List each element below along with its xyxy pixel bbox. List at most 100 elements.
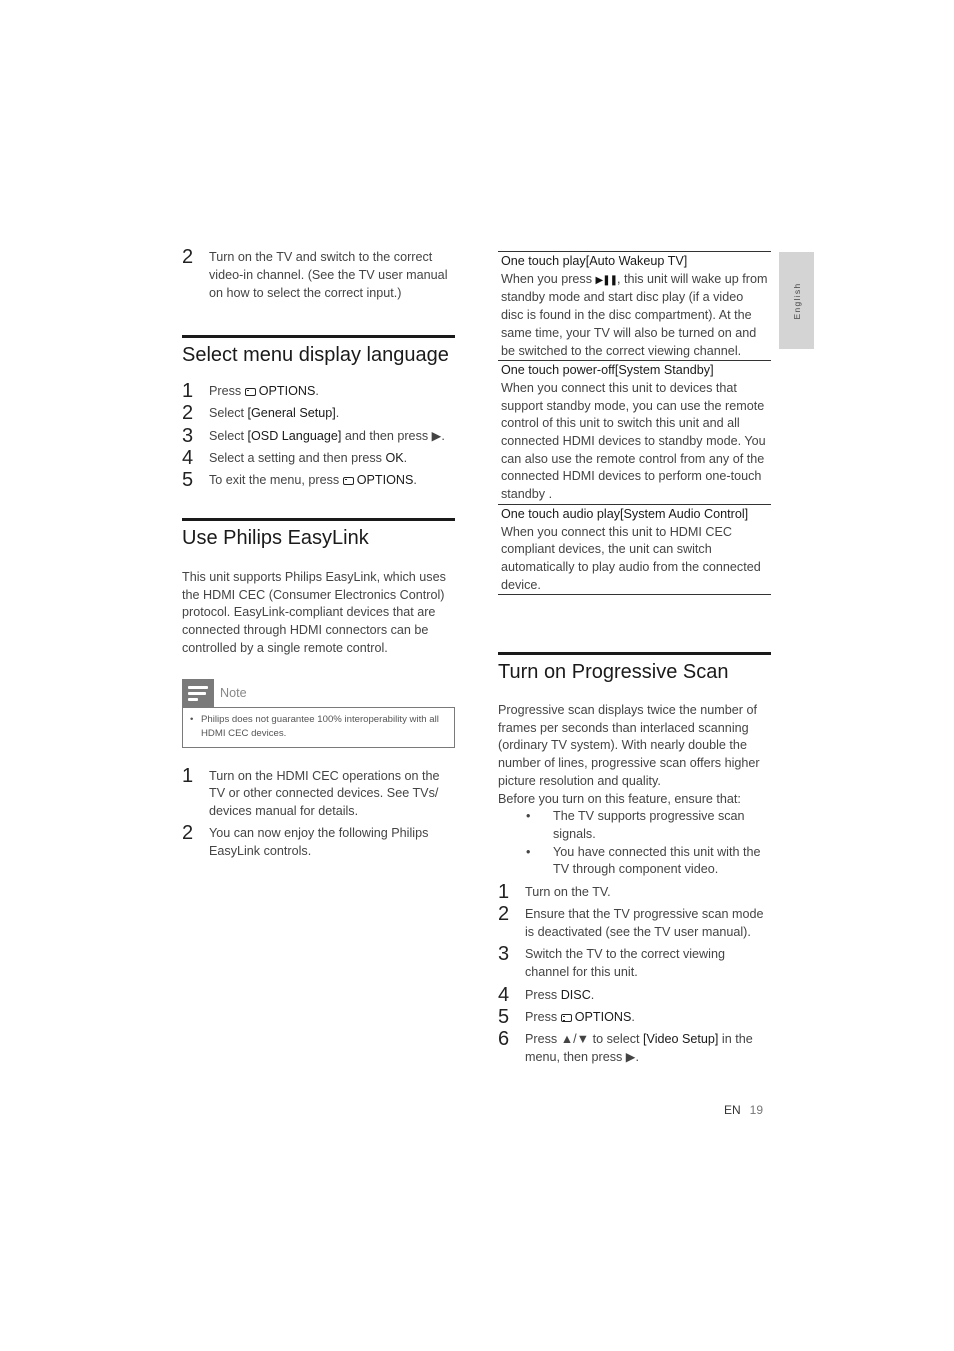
step-text-end: . <box>590 987 595 1002</box>
page-number: 19 <box>749 1103 764 1117</box>
bullet-icon: • <box>190 713 194 725</box>
step-text-end: . <box>335 406 340 421</box>
step-item: 6 Press ▲/▼ to select [Video Setup] in th… <box>498 1028 771 1067</box>
note-box: Note • Philips does not guarantee 100% i… <box>182 678 455 748</box>
step-item: 2 Ensure that the TV progressive scan mod… <box>498 903 771 942</box>
note-icon <box>182 678 214 707</box>
step-number: 1 <box>498 881 510 904</box>
step-text: Select <box>209 406 248 421</box>
step-list: 1 Turn on the HDMI CEC operations on the … <box>182 764 455 861</box>
options-icon <box>342 477 354 486</box>
note-label: Note <box>220 685 247 700</box>
feature-row: One touch power-off[System Standby] When… <box>498 360 771 504</box>
play-pause-icon: ▶❚❚ <box>595 274 618 286</box>
section-title: Select menu display language <box>182 344 449 366</box>
step-item: 1 Turn on the TV. <box>498 881 771 904</box>
step-text: Press ▲/▼ to select <box>525 1032 644 1047</box>
bullet-item: • You have connected this unit with the T… <box>498 844 771 879</box>
step-number: 4 <box>182 446 194 469</box>
options-icon <box>244 388 256 396</box>
step-item: 1 Press OPTIONS. <box>182 380 455 402</box>
bullet-text: The TV supports progressive scan signals… <box>553 809 745 841</box>
step-text: Switch the TV to the correct viewing cha… <box>525 947 725 980</box>
feature-title: One touch play[Auto Wakeup TV] <box>501 254 688 268</box>
progressive-ensure: Before you turn on this feature, ensure … <box>498 791 741 806</box>
step-key: [Video Setup] <box>643 1032 719 1047</box>
feature-title: One touch power-off[System Standby] <box>501 363 714 378</box>
step-number: 2 <box>182 821 194 844</box>
step-number: 6 <box>498 1028 510 1051</box>
bullet-icon: • <box>526 809 531 824</box>
easylink-features-table: One touch play[Auto Wakeup TV] When you … <box>498 251 771 596</box>
step-key: OPTIONS <box>574 1009 632 1024</box>
section-select-language: Select menu display language 1 Press OPTI… <box>182 335 455 492</box>
section-progressive-scan: Turn on Progressive Scan Progressive sca… <box>498 652 771 1067</box>
step-key: DISC <box>560 987 591 1002</box>
language-tab-label: English <box>791 282 802 319</box>
step-key: OPTIONS <box>258 384 316 398</box>
step-text-end: . <box>403 450 408 465</box>
step-number: 5 <box>182 469 194 492</box>
section-title: Turn on Progressive Scan <box>498 661 729 683</box>
step-item: 2 You can now enjoy the following Philips… <box>182 821 455 861</box>
feature-text: When you press <box>501 271 596 286</box>
step-list: 1 Turn on the TV. 2 Ensure that the TV pro… <box>498 881 771 1067</box>
step-number: 5 <box>498 1005 510 1028</box>
step-number: 1 <box>182 380 194 402</box>
easylink-intro: This unit supports Philips EasyLink, whi… <box>182 570 446 655</box>
feature-description: When you connect this unit to devices th… <box>501 380 766 502</box>
step-text-end: and then press ▶. <box>341 428 445 443</box>
step-text: Ensure that the TV progressive scan mode… <box>525 907 764 940</box>
step-text-end: . <box>631 1009 635 1024</box>
step-text: Press <box>525 987 561 1002</box>
step-text: Turn on the TV. <box>525 885 611 900</box>
step-number: 3 <box>182 424 194 447</box>
bullet-icon: • <box>526 844 531 859</box>
step-item: 3 Select [OSD Language] and then press ▶. <box>182 424 455 447</box>
step-key: OPTIONS <box>356 473 414 488</box>
progressive-intro: Progressive scan displays twice the numb… <box>498 703 760 788</box>
step-item: 5 To exit the menu, press OPTIONS. <box>182 469 455 492</box>
feature-row: One touch play[Auto Wakeup TV] When you … <box>498 251 771 360</box>
section-rule <box>182 335 455 338</box>
step-item: 2 Select [General Setup]. <box>182 402 455 425</box>
bullet-item: • The TV supports progressive scan signal… <box>498 808 771 843</box>
step-text: Press <box>209 384 245 398</box>
step-text: Select a setting and then press <box>209 450 386 465</box>
step-text: To exit the menu, press <box>209 473 343 488</box>
step-key: OK <box>385 450 404 465</box>
feature-title: One touch audio play[System Audio Contro… <box>501 506 749 521</box>
step-text-end: . <box>413 473 417 488</box>
feature-row: One touch audio play[System Audio Contro… <box>498 503 771 596</box>
step-item: 4 Press DISC. <box>498 983 771 1006</box>
section-rule <box>498 652 771 655</box>
step-text: You can now enjoy the following Philips … <box>209 825 429 858</box>
footer-language: EN <box>724 1103 741 1117</box>
step-text: Select <box>209 428 248 443</box>
note-text: Philips does not guarantee 100% interope… <box>201 713 439 739</box>
step-number: 2 <box>182 246 194 268</box>
page-footer: EN 19 <box>724 1103 763 1117</box>
step-number: 1 <box>182 764 194 787</box>
step-item: 4 Select a setting and then press OK. <box>182 446 455 469</box>
step-item: 1 Turn on the HDMI CEC operations on the … <box>182 764 455 821</box>
step-item: 2 Turn on the TV and switch to the corre… <box>182 246 455 302</box>
section-title: Use Philips EasyLink <box>182 527 369 549</box>
step-number: 2 <box>182 402 194 425</box>
intro-step: 2 Turn on the TV and switch to the corre… <box>182 246 455 302</box>
note-content: • Philips does not guarantee 100% intero… <box>182 706 455 748</box>
step-number: 2 <box>498 903 510 926</box>
step-number: 4 <box>498 983 510 1006</box>
step-item: 5 Press OPTIONS. <box>498 1005 771 1028</box>
step-text-end: . <box>315 384 319 398</box>
step-key: [General Setup] <box>247 406 336 421</box>
step-number: 3 <box>498 943 510 966</box>
step-list: 1 Press OPTIONS. 2 Select [General Setup].… <box>182 380 455 492</box>
step-item: 3 Switch the TV to the correct viewing ch… <box>498 943 771 982</box>
step-key: [OSD Language] <box>247 428 342 443</box>
feature-description: When you press ▶❚❚, this unit will wake … <box>501 271 768 361</box>
feature-description: When you connect this unit to HDMI CEC c… <box>501 524 761 592</box>
options-icon <box>560 1013 572 1022</box>
language-side-tab: English <box>779 252 814 349</box>
step-text: Turn on the HDMI CEC operations on the T… <box>209 768 440 819</box>
